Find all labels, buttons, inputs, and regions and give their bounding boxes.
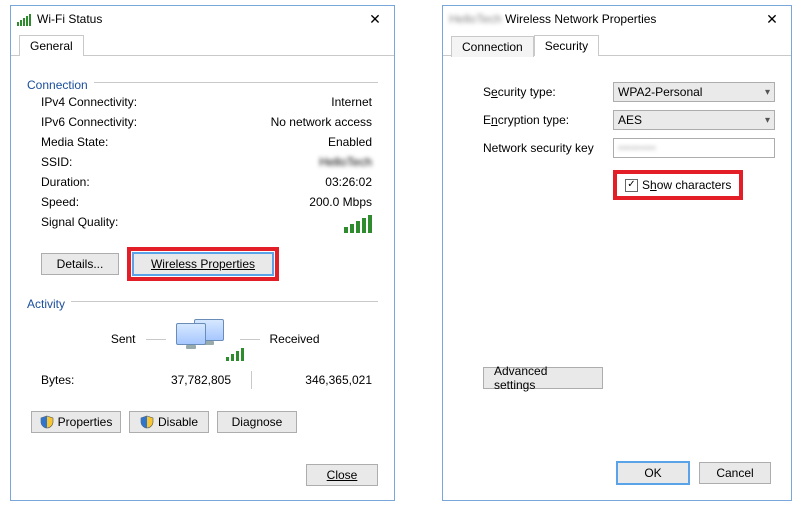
button-label: Properties: [58, 415, 113, 429]
button-label: Advanced settings: [494, 364, 592, 392]
cancel-button[interactable]: Cancel: [699, 462, 771, 484]
button-label: Close: [327, 468, 358, 482]
window-title: HelloTech Wireless Network Properties: [449, 12, 656, 26]
tab-label: Connection: [462, 40, 523, 54]
tabstrip: Connection Security: [443, 32, 791, 56]
encryption-type-label: Encryption type:: [483, 113, 613, 127]
tab-security[interactable]: Security: [534, 35, 599, 56]
wifi-signal-icon: [17, 12, 33, 26]
close-icon: ✕: [766, 11, 778, 28]
tab-connection[interactable]: Connection: [451, 36, 534, 57]
activity-monitors-icon: [176, 319, 230, 359]
show-characters-label: Show characters: [642, 178, 731, 192]
properties-button[interactable]: Properties: [31, 411, 121, 433]
network-key-input[interactable]: •••••••••: [613, 138, 775, 158]
duration-value: 03:26:02: [325, 175, 372, 189]
ipv4-value: Internet: [331, 95, 372, 109]
group-connection-label: Connection: [27, 78, 88, 92]
speed-value: 200.0 Mbps: [309, 195, 372, 209]
ssid-value: HelloTech: [319, 155, 372, 169]
tab-general[interactable]: General: [19, 35, 84, 56]
chevron-down-icon: ▾: [765, 115, 770, 126]
tab-label: General: [30, 39, 73, 53]
received-label: Received: [270, 332, 360, 346]
encryption-type-combo[interactable]: AES ▾: [613, 110, 775, 130]
chevron-down-icon: ▾: [765, 87, 770, 98]
wireless-properties-dialog: HelloTech Wireless Network Properties ✕ …: [442, 5, 792, 501]
combo-value: AES: [618, 113, 642, 127]
window-title: Wi-Fi Status: [37, 12, 102, 26]
button-label: Details...: [57, 257, 104, 271]
titlebar[interactable]: HelloTech Wireless Network Properties ✕: [443, 6, 791, 32]
button-label: OK: [644, 466, 661, 480]
media-state-value: Enabled: [328, 135, 372, 149]
button-label: Disable: [158, 415, 198, 429]
advanced-settings-button[interactable]: Advanced settings: [483, 367, 603, 389]
show-characters-checkbox[interactable]: ✓: [625, 179, 638, 192]
media-state-label: Media State:: [41, 135, 108, 149]
highlight-box: ✓ Show characters Show characters: [613, 170, 743, 200]
signal-quality-label: Signal Quality:: [41, 215, 118, 236]
close-button[interactable]: ✕: [757, 8, 787, 30]
title-suffix: Wireless Network Properties: [502, 12, 657, 26]
titlebar[interactable]: Wi-Fi Status ✕: [11, 6, 394, 32]
title-prefix: HelloTech: [449, 12, 502, 26]
ipv6-label: IPv6 Connectivity:: [41, 115, 137, 129]
diagnose-button[interactable]: Diagnose: [217, 411, 297, 433]
highlight-box: Wireless Properties: [127, 247, 279, 281]
wireless-properties-button[interactable]: Wireless Properties: [133, 253, 273, 275]
security-type-label: Security type:: [483, 85, 613, 99]
disable-button[interactable]: Disable: [129, 411, 209, 433]
button-label: Wireless Properties: [151, 257, 255, 271]
bytes-sent-value: 37,782,805: [111, 373, 251, 387]
bytes-label: Bytes:: [41, 373, 111, 387]
group-activity-label: Activity: [27, 297, 65, 311]
ipv4-label: IPv4 Connectivity:: [41, 95, 137, 109]
ipv6-value: No network access: [271, 115, 372, 129]
combo-value: WPA2-Personal: [618, 85, 702, 99]
tab-label: Security: [545, 39, 588, 53]
ok-button[interactable]: OK: [617, 462, 689, 484]
pane-general: Connection IPv4 Connectivity: Internet IP…: [11, 56, 394, 443]
network-key-value: •••••••••: [618, 141, 656, 155]
close-icon: ✕: [369, 11, 381, 28]
ssid-label: SSID:: [41, 155, 72, 169]
wifi-status-dialog: Wi-Fi Status ✕ General Connection IPv4 C…: [10, 5, 395, 501]
close-dialog-button[interactable]: Close: [306, 464, 378, 486]
signal-quality-value: [344, 215, 372, 236]
duration-label: Duration:: [41, 175, 90, 189]
sent-label: Sent: [46, 332, 136, 346]
button-label: Diagnose: [232, 415, 283, 429]
security-type-combo[interactable]: WPA2-Personal ▾: [613, 82, 775, 102]
shield-icon: [40, 415, 54, 429]
button-label: Cancel: [716, 466, 753, 480]
wifi-signal-icon: [344, 215, 372, 233]
shield-icon: [140, 415, 154, 429]
network-key-label: Network security key: [483, 141, 613, 155]
tabstrip: General: [11, 32, 394, 56]
pane-security: Security type: Security type: WPA2-Perso…: [443, 56, 791, 399]
details-button[interactable]: Details...: [41, 253, 119, 275]
close-button[interactable]: ✕: [360, 8, 390, 30]
bytes-received-value: 346,365,021: [252, 373, 372, 387]
speed-label: Speed:: [41, 195, 79, 209]
